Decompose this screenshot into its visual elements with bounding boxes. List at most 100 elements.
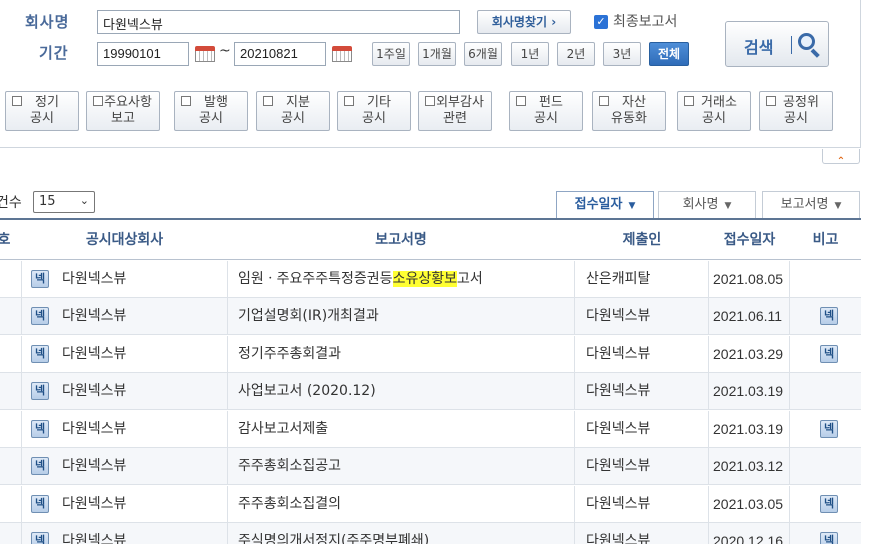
cell-divider <box>708 411 709 448</box>
sort-by-report-label: 보고서명 <box>780 197 829 212</box>
company-type-badge-icon: 넥 <box>31 382 49 400</box>
note-badge-icon[interactable]: 넥 <box>820 420 838 438</box>
table-row[interactable]: 넥 다원넥스뷰 감사보고서제출 다원넥스뷰 2021.03.19 넥 <box>0 411 861 448</box>
company-type-badge-icon: 넥 <box>31 307 49 325</box>
submitter-link[interactable]: 다원넥스뷰 <box>586 336 650 373</box>
cell-divider <box>574 336 575 373</box>
cell-divider <box>708 336 709 373</box>
cell-divider <box>21 261 22 298</box>
submitter-link[interactable]: 다원넥스뷰 <box>586 523 650 544</box>
receipt-date: 2021.06.11 <box>713 308 783 324</box>
receipt-date: 2021.03.19 <box>713 421 784 437</box>
cell-divider <box>227 411 228 448</box>
final-report-label: 최종보고서 <box>613 14 678 30</box>
count-select[interactable]: 15 ⌄ <box>33 191 95 213</box>
kind-fund[interactable]: 펀드 공시 <box>509 91 583 131</box>
collapse-panel-button[interactable]: ⌃ <box>822 149 860 167</box>
table-row[interactable]: 넥 다원넥스뷰 임원ㆍ주요주주특정증권등소유상황보고서 산은캐피탈 2021.08.05 <box>0 261 861 298</box>
calendar-from-icon[interactable] <box>195 44 215 62</box>
note-badge-icon[interactable]: 넥 <box>820 495 838 513</box>
kind-other[interactable]: 기타 공시 <box>337 91 411 131</box>
kind-ftc[interactable]: 공정위 공시 <box>759 91 833 131</box>
period-6month-button[interactable]: 6개월 <box>464 42 502 66</box>
report-text-end: 고서 <box>456 271 483 287</box>
cell-divider <box>574 411 575 448</box>
submitter-link[interactable]: 산은캐피탈 <box>586 261 650 298</box>
sort-by-report-button[interactable]: 보고서명 ▼ <box>762 191 860 218</box>
final-report-checkbox[interactable]: ✓ <box>594 15 608 29</box>
cell-divider <box>789 523 790 544</box>
sort-by-company-button[interactable]: 회사명 ▼ <box>658 191 756 218</box>
company-link[interactable]: 다원넥스뷰 <box>62 486 126 523</box>
report-link[interactable]: 사업보고서 (2020.12) <box>238 373 376 410</box>
receipt-date: 2021.03.19 <box>713 383 784 399</box>
period-all-button[interactable]: 전체 <box>649 42 689 66</box>
table-row[interactable]: 넥 다원넥스뷰 사업보고서 (2020.12) 다원넥스뷰 2021.03.19 <box>0 373 861 410</box>
report-link[interactable]: 기업설명회(IR)개최결과 <box>238 298 379 335</box>
find-company-button[interactable]: 회사명찾기 › <box>477 10 571 34</box>
report-text: 주식명의개서정지(주주명부폐쇄) <box>238 533 430 544</box>
report-link[interactable]: 임원ㆍ주요주주특정증권등소유상황보고서 <box>238 261 483 298</box>
period-1year-button[interactable]: 1년 <box>511 42 549 66</box>
table-row[interactable]: 넥 다원넥스뷰 주주총회소집공고 다원넥스뷰 2021.03.12 <box>0 448 861 485</box>
company-label: 회사명 <box>25 13 70 31</box>
company-link[interactable]: 다원넥스뷰 <box>62 298 126 335</box>
report-link[interactable]: 주주총회소집결의 <box>238 486 341 523</box>
company-link[interactable]: 다원넥스뷰 <box>62 411 126 448</box>
period-1month-button[interactable]: 1개월 <box>418 42 456 66</box>
report-link[interactable]: 주주총회소집공고 <box>238 448 341 485</box>
cell-divider <box>789 298 790 335</box>
kind-audit[interactable]: 외부감사 관련 <box>418 91 492 131</box>
calendar-to-icon[interactable] <box>332 44 352 62</box>
sort-desc-icon: ▼ <box>724 201 732 211</box>
cell-divider <box>574 448 575 485</box>
company-link[interactable]: 다원넥스뷰 <box>62 336 126 373</box>
date-from-input[interactable]: 19990101 <box>97 42 189 66</box>
checkbox-icon <box>766 96 776 106</box>
company-link[interactable]: 다원넥스뷰 <box>62 261 126 298</box>
submitter-link[interactable]: 다원넥스뷰 <box>586 448 650 485</box>
note-badge-icon[interactable]: 넥 <box>820 345 838 363</box>
note-badge-icon[interactable]: 넥 <box>820 532 838 544</box>
table-row[interactable]: 넥 다원넥스뷰 정기주주총회결과 다원넥스뷰 2021.03.29 넥 <box>0 336 861 373</box>
company-link[interactable]: 다원넥스뷰 <box>62 373 126 410</box>
period-2year-button[interactable]: 2년 <box>557 42 595 66</box>
search-button[interactable]: 검색 <box>725 21 829 67</box>
report-link[interactable]: 주식명의개서정지(주주명부폐쇄) <box>238 523 429 544</box>
company-input[interactable]: 다원넥스뷰 <box>97 10 460 34</box>
kind-exchange[interactable]: 거래소 공시 <box>677 91 751 131</box>
kind-abs[interactable]: 자산 유동화 <box>592 91 666 131</box>
company-type-badge-icon: 넥 <box>31 532 49 544</box>
sort-by-date-button[interactable]: 접수일자 ▼ <box>556 191 654 218</box>
table-row[interactable]: 넥 다원넥스뷰 기업설명회(IR)개최결과 다원넥스뷰 2021.06.11 넥 <box>0 298 861 335</box>
report-highlight: 소유상황보 <box>392 271 457 287</box>
cell-divider <box>21 486 22 523</box>
chevron-up-icon: ⌃ <box>836 156 846 167</box>
company-link[interactable]: 다원넥스뷰 <box>62 448 126 485</box>
dart-search-page: 회사명 다원넥스뷰 회사명찾기 › ✓ 최종보고서 기간 19990101 ~ … <box>0 0 870 544</box>
note-badge-icon[interactable]: 넥 <box>820 307 838 325</box>
period-1week-button[interactable]: 1주일 <box>372 42 410 66</box>
submitter-link[interactable]: 다원넥스뷰 <box>586 486 650 523</box>
checkbox-icon <box>93 96 103 106</box>
kind-equity[interactable]: 지분 공시 <box>256 91 330 131</box>
kind-regular[interactable]: 정기 공시 <box>5 91 79 131</box>
submitter-link[interactable]: 다원넥스뷰 <box>586 373 650 410</box>
cell-divider <box>708 298 709 335</box>
col-company: 공시대상회사 <box>85 232 164 248</box>
kind-issue[interactable]: 발행 공시 <box>174 91 248 131</box>
company-link[interactable]: 다원넥스뷰 <box>62 523 126 544</box>
submitter-link[interactable]: 다원넥스뷰 <box>586 298 650 335</box>
search-button-divider <box>791 36 792 54</box>
cell-divider <box>708 448 709 485</box>
table-row[interactable]: 넥 다원넥스뷰 주식명의개서정지(주주명부폐쇄) 다원넥스뷰 2020.12.16 넥 <box>0 523 861 544</box>
report-link[interactable]: 감사보고서제출 <box>238 411 328 448</box>
checkbox-icon <box>684 96 694 106</box>
submitter-link[interactable]: 다원넥스뷰 <box>586 411 650 448</box>
kind-major[interactable]: 주요사항 보고 <box>86 91 160 131</box>
report-link[interactable]: 정기주주총회결과 <box>238 336 341 373</box>
table-row[interactable]: 넥 다원넥스뷰 주주총회소집결의 다원넥스뷰 2021.03.05 넥 <box>0 486 861 523</box>
cell-divider <box>21 336 22 373</box>
date-to-input[interactable]: 20210821 <box>234 42 326 66</box>
period-3year-button[interactable]: 3년 <box>603 42 641 66</box>
